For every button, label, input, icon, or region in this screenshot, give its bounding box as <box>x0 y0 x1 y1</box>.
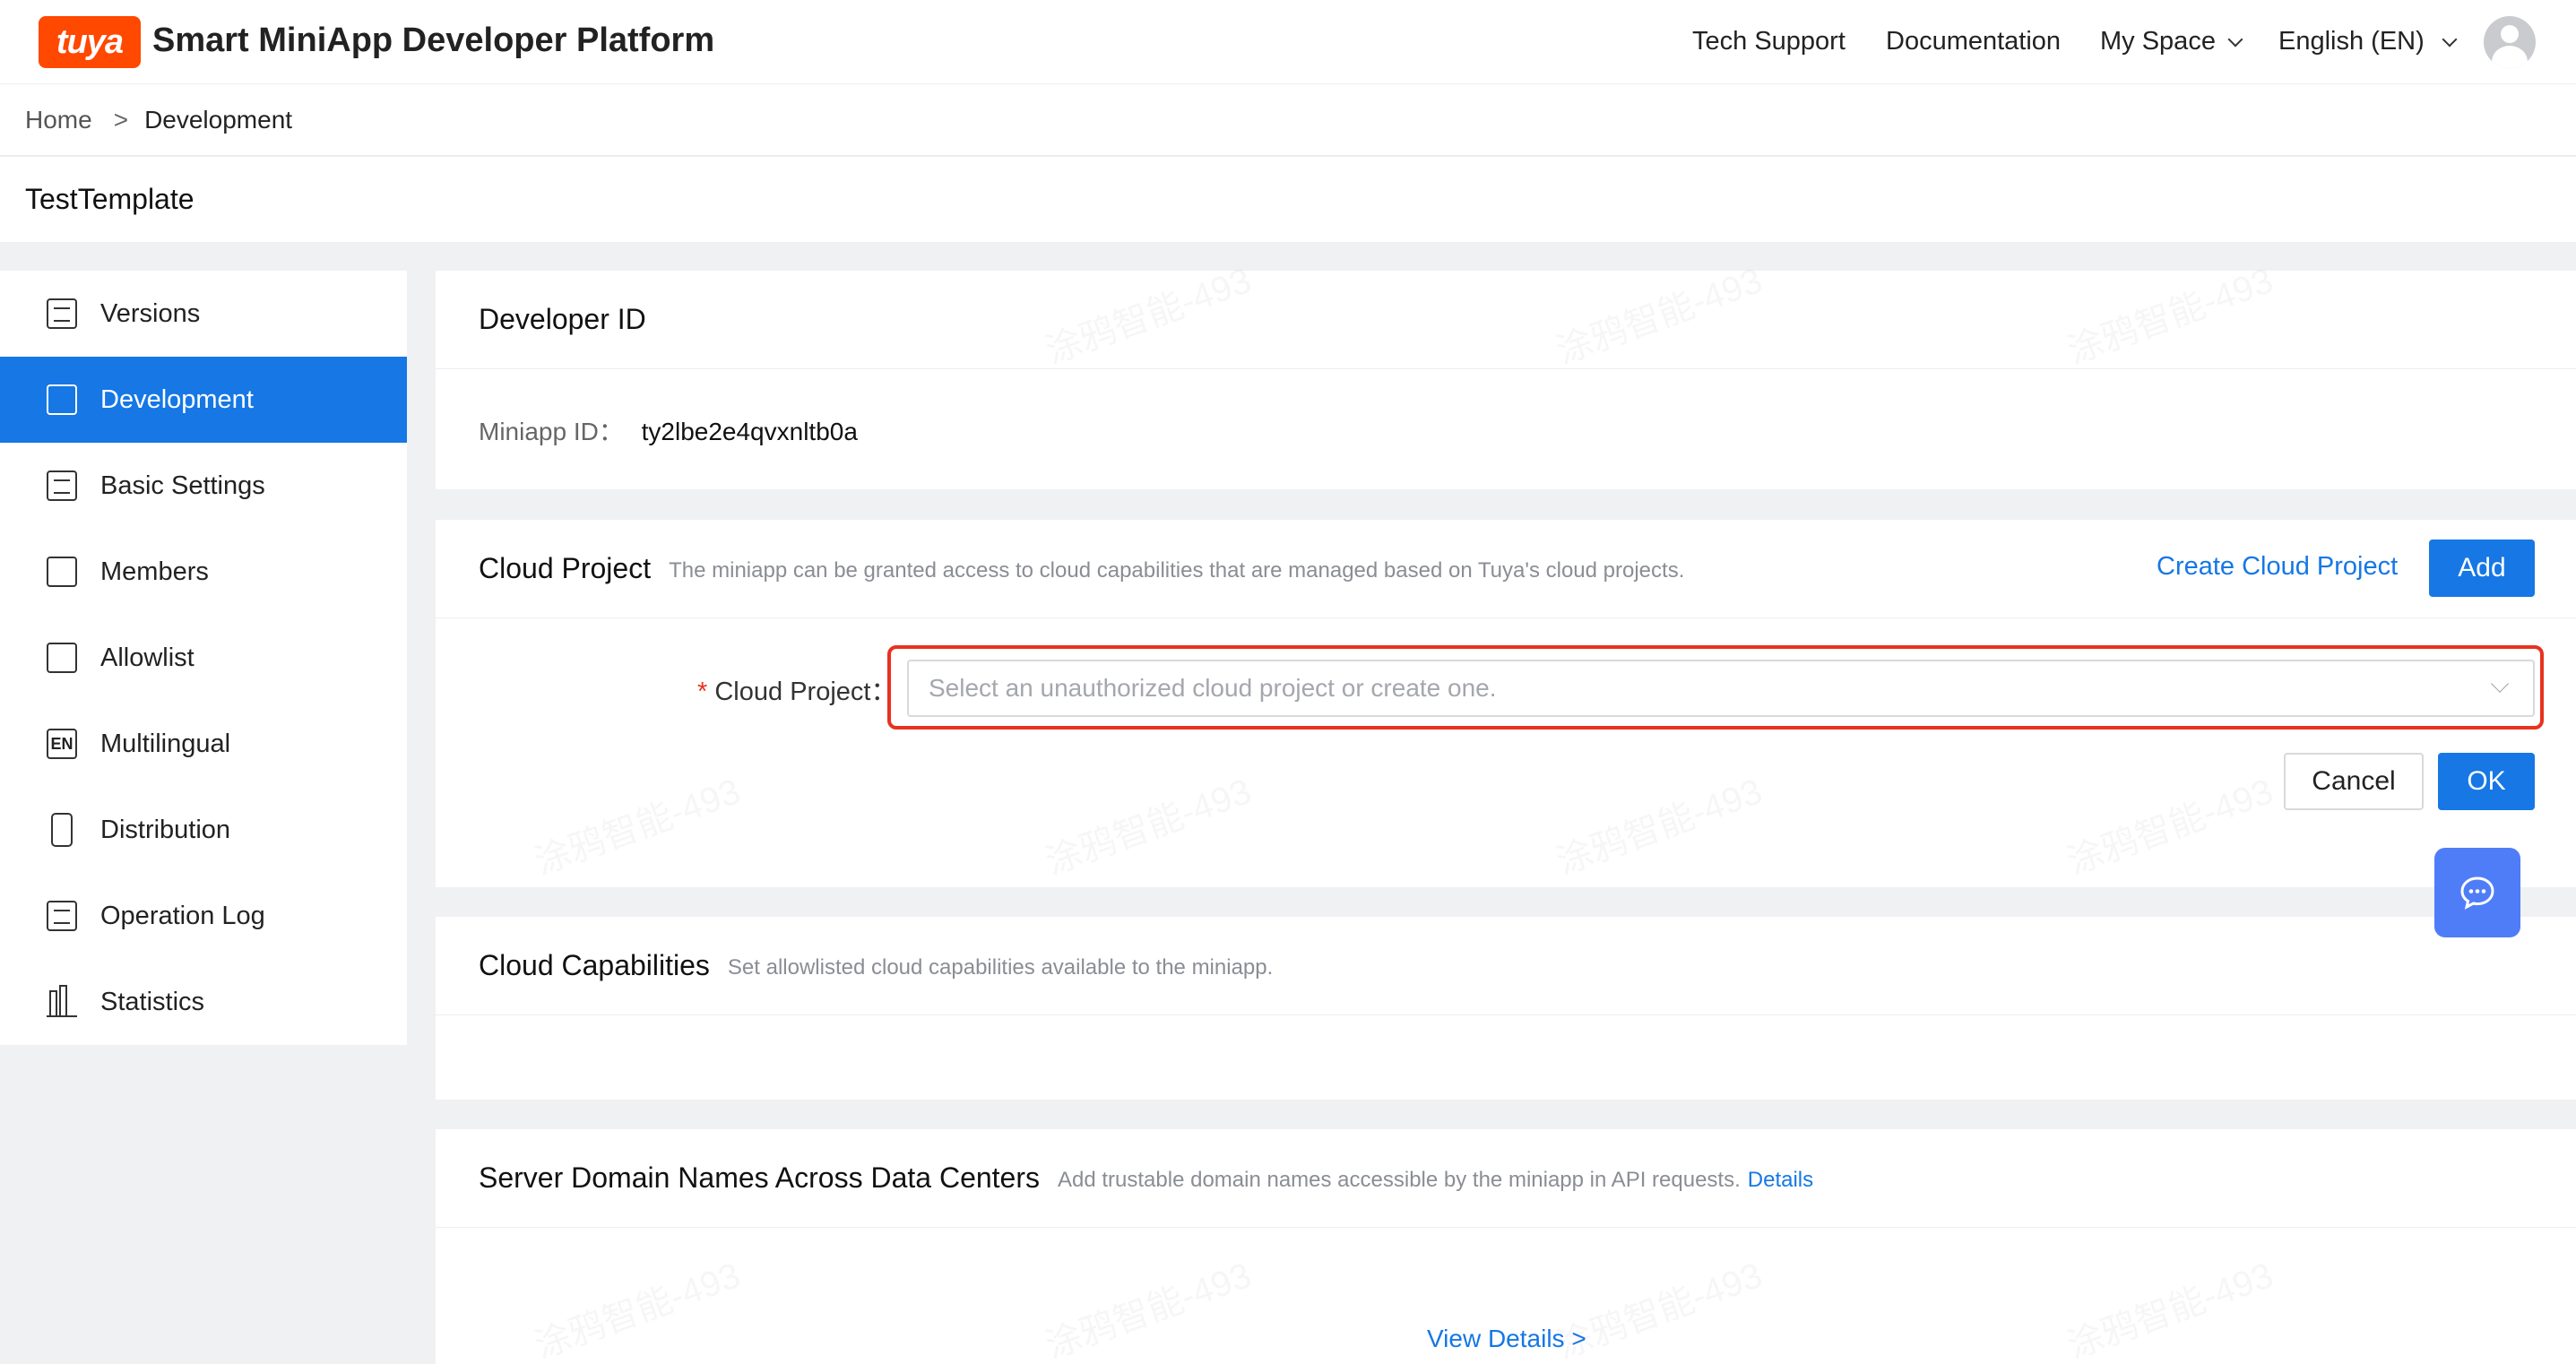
sidebar-item-versions[interactable]: Versions <box>0 271 407 357</box>
log-icon <box>47 901 77 931</box>
developer-id-header: Developer ID <box>436 271 2576 369</box>
avatar-body <box>2492 46 2528 68</box>
chevron-down-icon <box>2227 31 2243 47</box>
nav-my-space[interactable]: My Space <box>2100 27 2243 56</box>
required-mark: * <box>697 678 708 706</box>
sidebar-item-operation-log[interactable]: Operation Log <box>0 873 407 959</box>
sidebar-item-distribution[interactable]: Distribution <box>0 787 407 873</box>
field-label-text: Cloud Project： <box>714 678 897 706</box>
versions-icon <box>47 298 77 329</box>
sidebar-item-label: Development <box>100 384 254 414</box>
my-space-label: My Space <box>2100 27 2216 56</box>
cloud-project-title: Cloud Project <box>479 552 652 584</box>
miniapp-id-row: Miniapp ID： ty2lbe2e4qvxnltb0a <box>479 412 858 448</box>
view-details-link[interactable]: View Details > <box>1427 1325 1586 1353</box>
developer-id-card: Developer ID Miniapp ID： ty2lbe2e4qvxnlt… <box>436 271 2576 489</box>
nav-documentation[interactable]: Documentation <box>1886 27 2061 56</box>
sidebar-item-label: Members <box>100 557 209 586</box>
sidebar-item-basic-settings[interactable]: Basic Settings <box>0 443 407 529</box>
settings-doc-icon <box>47 470 77 501</box>
development-icon <box>47 384 77 415</box>
cloud-project-description: The miniapp can be granted access to clo… <box>669 557 1685 583</box>
server-domains-header: Server Domain Names Across Data Centers … <box>436 1129 2576 1228</box>
miniapp-id-value: ty2lbe2e4qvxnltb0a <box>641 418 858 445</box>
top-navbar: tuya Smart MiniApp Developer Platform Te… <box>0 0 2576 84</box>
phone-icon <box>51 813 73 847</box>
sidebar-item-multilingual[interactable]: EN Multilingual <box>0 701 407 787</box>
language-label: English (EN) <box>2278 27 2425 56</box>
app-title: Smart MiniApp Developer Platform <box>152 22 715 59</box>
miniapp-id-label: Miniapp ID： <box>479 418 624 445</box>
chevron-down-icon <box>2442 31 2458 47</box>
server-domains-card: Server Domain Names Across Data Centers … <box>436 1129 2576 1364</box>
sidebar-item-label: Multilingual <box>100 729 231 758</box>
add-button[interactable]: Add <box>2429 540 2535 597</box>
sidebar-item-label: Statistics <box>100 987 205 1016</box>
breadcrumb-separator: > <box>113 105 129 134</box>
cloud-project-field-label: * Cloud Project： <box>697 670 896 708</box>
avatar[interactable] <box>2484 16 2536 68</box>
sidebar-item-statistics[interactable]: Statistics <box>0 959 407 1045</box>
create-cloud-project-link[interactable]: Create Cloud Project <box>2157 552 2398 582</box>
nav-tech-support[interactable]: Tech Support <box>1692 27 1846 56</box>
tuya-logo[interactable]: tuya <box>39 16 141 68</box>
sidebar-item-development[interactable]: Development <box>0 357 407 443</box>
sidebar-item-label: Operation Log <box>100 901 265 930</box>
annotation-highlight-box <box>887 645 2544 729</box>
en-icon: EN <box>47 729 77 759</box>
page-title: TestTemplate <box>0 157 2576 242</box>
language-switcher[interactable]: English (EN) <box>2278 27 2458 56</box>
breadcrumb: Home > Development <box>0 84 2576 156</box>
sidebar-item-label: Distribution <box>100 815 231 844</box>
bar-chart-icon <box>47 985 77 1017</box>
breadcrumb-current: Development <box>144 105 293 134</box>
logo-text: tuya <box>56 22 124 61</box>
cloud-capabilities-header: Cloud Capabilities Set allowlisted cloud… <box>436 917 2576 1015</box>
ok-button[interactable]: OK <box>2438 753 2535 810</box>
sidebar: Versions Development Basic Settings Memb… <box>0 271 407 1045</box>
cloud-capabilities-description: Set allowlisted cloud capabilities avail… <box>727 954 1274 980</box>
sidebar-item-allowlist[interactable]: Allowlist <box>0 615 407 701</box>
allowlist-icon <box>47 643 77 673</box>
breadcrumb-home[interactable]: Home <box>25 106 92 134</box>
cloud-capabilities-card: Cloud Capabilities Set allowlisted cloud… <box>436 917 2576 1100</box>
avatar-head <box>2501 25 2519 43</box>
members-icon <box>47 557 77 587</box>
chat-bubble-icon <box>2460 876 2494 910</box>
chat-support-button[interactable] <box>2434 848 2520 937</box>
sidebar-item-label: Allowlist <box>100 643 194 672</box>
server-domains-title: Server Domain Names Across Data Centers <box>479 1161 1040 1194</box>
sidebar-item-members[interactable]: Members <box>0 529 407 615</box>
sidebar-item-label: Basic Settings <box>100 470 265 500</box>
cloud-capabilities-title: Cloud Capabilities <box>479 949 710 981</box>
cancel-button[interactable]: Cancel <box>2284 753 2424 810</box>
server-domains-description: Add trustable domain names accessible by… <box>1058 1167 1741 1192</box>
developer-id-title: Developer ID <box>479 303 646 335</box>
sidebar-item-label: Versions <box>100 298 201 328</box>
details-link[interactable]: Details <box>1748 1168 1813 1193</box>
